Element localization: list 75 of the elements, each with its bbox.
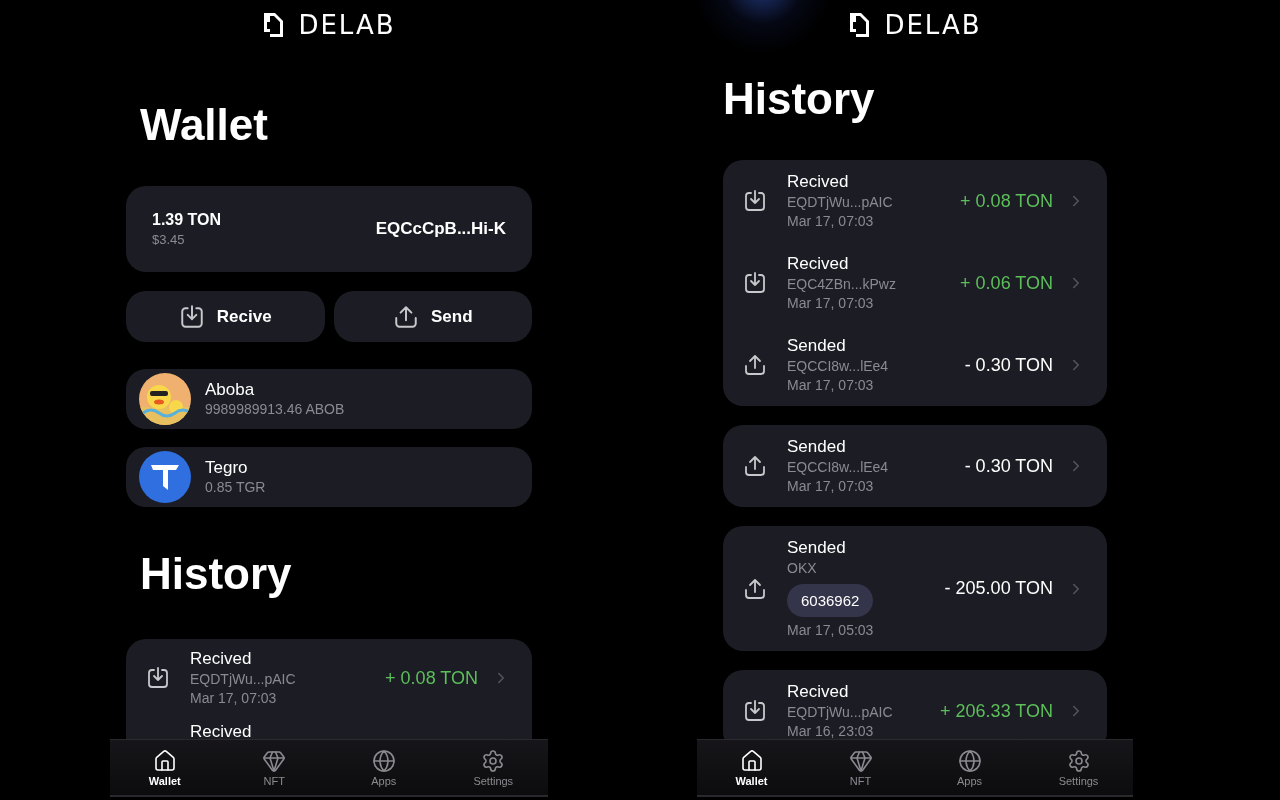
upload-icon [743, 454, 767, 478]
transaction-title: Sended [787, 537, 847, 559]
download-icon [743, 699, 767, 723]
section-title: History [139, 549, 293, 599]
page-title: Wallet [139, 100, 269, 150]
tab-item[interactable]: Apps [329, 740, 439, 795]
tab-item[interactable]: Settings [438, 740, 548, 795]
memo-tag: 6036962 [787, 584, 874, 617]
transaction-date: Mar 17, 07:03 [787, 212, 875, 231]
upload-icon [743, 353, 767, 377]
transaction-title: Recived [787, 681, 850, 703]
tab-item[interactable]: Settings [1024, 740, 1133, 795]
diamond-icon [848, 748, 873, 773]
transaction-amount: - 0.30 TON [964, 455, 1053, 477]
transaction-title: Recived [787, 253, 850, 275]
globe-icon [371, 748, 396, 773]
token-row[interactable]: Tegro 0.85 TGR [126, 447, 532, 507]
home-icon [152, 748, 177, 773]
tab-item[interactable]: Wallet [697, 740, 806, 795]
transaction-date: Mar 17, 07:03 [787, 376, 875, 395]
transaction-date: Mar 17, 07:03 [787, 294, 875, 313]
balance-fiat: $3.45 [152, 232, 186, 247]
transaction-title: Sended [787, 436, 847, 458]
transaction-date: Mar 17, 07:03 [190, 689, 278, 708]
settings-icon [481, 748, 506, 773]
transaction-address: EQDTjWu...pAIC [190, 670, 297, 689]
transaction-date: Mar 17, 07:03 [787, 477, 875, 496]
token-row[interactable]: Aboba 9989989913.46 ABOB [126, 369, 532, 429]
transaction-amount: + 206.33 TON [940, 700, 1053, 722]
home-icon [739, 748, 764, 773]
transaction-title: Recived [190, 721, 253, 743]
tab-item[interactable]: Apps [915, 740, 1024, 795]
transaction-amount: - 205.00 TON [944, 578, 1053, 599]
transaction-address: EQCCI8w...lEe4 [787, 357, 890, 376]
transaction-title: Recived [190, 648, 253, 670]
tab-item[interactable]: Wallet [110, 740, 220, 795]
transaction-date: Mar 17, 05:03 [787, 621, 875, 640]
logo-icon [262, 12, 285, 38]
diamond-icon [262, 748, 287, 773]
transaction-title: Sended [787, 335, 847, 357]
wallet-address: EQCcCpB...Hi-K [375, 219, 506, 239]
download-icon [146, 666, 170, 690]
download-icon [743, 189, 767, 213]
token-balance: 0.85 TGR [205, 477, 266, 497]
transaction-address: EQDTjWu...pAIC [787, 703, 894, 722]
balance-card[interactable]: 1.39 TON $3.45 EQCcCpB...Hi-K [126, 186, 532, 272]
download-icon [743, 271, 767, 295]
token-name: Aboba [205, 379, 256, 400]
download-icon [178, 303, 205, 330]
send-button[interactable]: Send [333, 291, 532, 342]
transaction-amount: + 0.08 TON [385, 667, 478, 689]
upload-icon [743, 576, 767, 601]
token-balance: 9989989913.46 ABOB [205, 399, 345, 419]
settings-icon [1066, 748, 1091, 773]
tegro-logo-icon [139, 451, 191, 503]
globe-icon [957, 748, 982, 773]
token-name: Tegro [205, 457, 249, 478]
transaction-address: OKX [787, 559, 818, 578]
transaction-title: Recived [787, 171, 850, 193]
logo-text: DELAB [884, 10, 982, 40]
transaction-amount: + 0.06 TON [960, 272, 1053, 294]
tab-item[interactable]: NFT [219, 740, 329, 795]
balance-amount: 1.39 TON [152, 211, 222, 229]
receive-button[interactable]: Recive [126, 291, 325, 342]
transaction-amount: + 0.08 TON [960, 190, 1053, 212]
logo-icon [848, 12, 871, 38]
tab-item[interactable]: NFT [806, 740, 915, 795]
transaction-date: Mar 16, 23:03 [787, 722, 875, 741]
upload-icon [392, 303, 419, 330]
transaction-address: EQDTjWu...pAIC [787, 193, 894, 212]
page-title: History [723, 74, 876, 124]
transaction-address: EQC4ZBn...kPwz [787, 275, 897, 294]
logo-text: DELAB [298, 10, 396, 40]
transaction-amount: - 0.30 TON [964, 354, 1053, 376]
transaction-address: EQCCI8w...lEe4 [787, 458, 890, 477]
